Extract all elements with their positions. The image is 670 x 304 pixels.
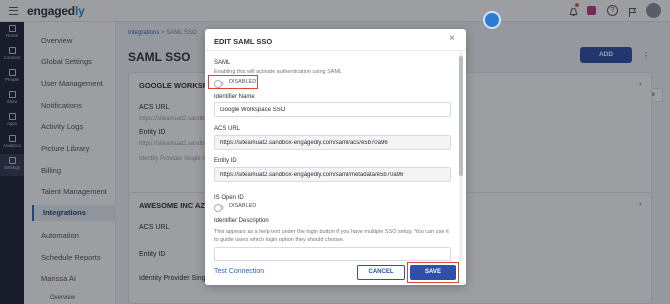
- identifier-description-textarea[interactable]: [214, 247, 451, 261]
- identifier-description-label: Identifier Description: [214, 218, 269, 224]
- identifier-description-help: This appears as a help text under the lo…: [214, 229, 449, 243]
- open-id-label: IS Open ID: [214, 195, 244, 201]
- acs-url-input[interactable]: [214, 135, 451, 150]
- open-id-toggle-status: DISABLED: [229, 203, 257, 209]
- close-icon[interactable]: ×: [449, 34, 455, 44]
- highlight-box: [407, 262, 459, 283]
- cancel-button[interactable]: CANCEL: [357, 265, 405, 280]
- entity-id-input[interactable]: [214, 167, 451, 182]
- dialog-footer: Test Connection CANCEL SAVE: [205, 261, 466, 285]
- saml-label: SAML: [214, 60, 231, 66]
- test-connection-link[interactable]: Test Connection: [214, 268, 264, 275]
- assistant-mascot-icon[interactable]: [483, 11, 501, 29]
- acs-url-label: ACS URL: [214, 126, 241, 132]
- scrollbar-thumb[interactable]: [459, 56, 463, 176]
- highlight-box: [208, 75, 258, 89]
- open-id-toggle[interactable]: [214, 204, 224, 212]
- dialog-title: EDIT SAML SSO: [214, 37, 273, 46]
- entity-id-label: Entity ID: [214, 158, 237, 164]
- identifier-name-input[interactable]: [214, 102, 451, 117]
- identifier-name-label: Identifier Name: [214, 94, 255, 100]
- divider: [205, 50, 466, 51]
- edit-saml-sso-dialog: EDIT SAML SSO × SAML Enabling this will …: [205, 29, 466, 285]
